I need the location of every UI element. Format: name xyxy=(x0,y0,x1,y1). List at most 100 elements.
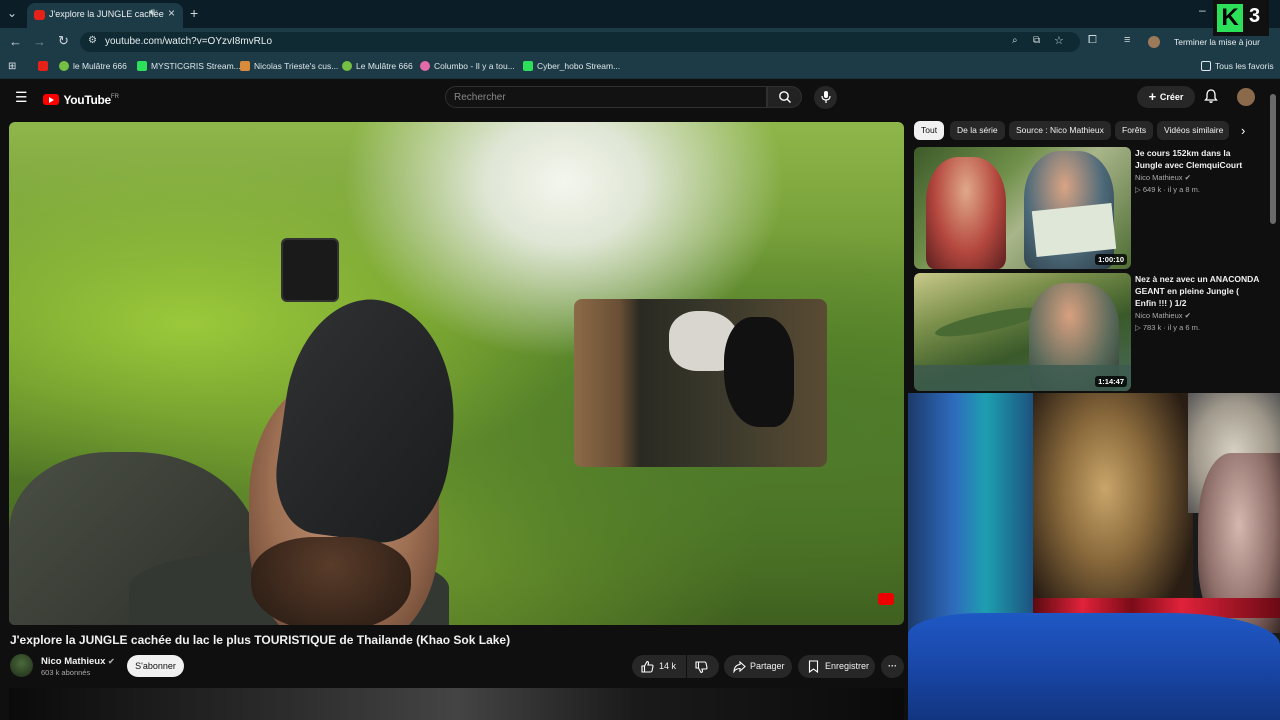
youtube-favicon-icon xyxy=(34,10,45,20)
webcam-blanket xyxy=(908,613,1280,720)
bookmark-item[interactable]: MYSTICGRIS Stream... xyxy=(137,61,241,71)
recommendation-meta-text: 649 k · il y a 8 m. xyxy=(1142,185,1200,194)
new-tab-icon[interactable]: + xyxy=(190,5,198,21)
bookmark-item[interactable]: Nicolas Trieste's cus... xyxy=(240,61,338,71)
below-video-preview xyxy=(9,688,904,720)
subscriber-count: 603 k abonnés xyxy=(41,668,91,677)
video-title: J'explore la JUNGLE cachée du lac le plu… xyxy=(10,633,511,647)
webcam-overlay xyxy=(908,393,1280,720)
browser-tab[interactable]: J'explore la JUNGLE cachée 🔊︎ × xyxy=(27,3,183,28)
like-button[interactable]: 14 k xyxy=(632,655,686,678)
chip-source[interactable]: Source : Nico Mathieux xyxy=(1009,121,1111,140)
verified-icon: ✔ xyxy=(108,657,115,666)
forward-arrow-icon[interactable]: → xyxy=(33,34,46,49)
recommendation-channel-text: Nico Mathieux xyxy=(1135,173,1183,182)
speaker-icon[interactable]: 🔊︎ xyxy=(149,7,155,18)
search-button[interactable] xyxy=(767,86,802,108)
verified-icon: ✔ xyxy=(1184,311,1191,320)
recommendation-thumbnail[interactable]: 1:00:10 xyxy=(914,147,1131,269)
site-info-icon[interactable]: ⚙ xyxy=(88,35,97,46)
all-bookmarks-label: Tous les favoris xyxy=(1215,61,1274,71)
recommendation-thumbnail[interactable]: 1:14:47 xyxy=(914,273,1131,391)
thumbnail-map xyxy=(1031,202,1117,258)
microphone-icon xyxy=(821,91,831,103)
url-text[interactable]: youtube.com/watch?v=OYzvI8mvRLo xyxy=(105,36,272,47)
thumbnail-person xyxy=(926,157,1006,269)
search-input[interactable] xyxy=(454,90,754,105)
minimize-icon[interactable]: – xyxy=(1199,3,1206,17)
bookmark-item[interactable]: le Mulâtre 666 xyxy=(59,61,127,71)
youtube-logo[interactable]: YouTubeFR xyxy=(43,91,119,109)
chip-similar[interactable]: Vidéos similaire xyxy=(1157,121,1229,140)
bookmark-label: Nicolas Trieste's cus... xyxy=(254,61,339,71)
recommendation-channel[interactable]: Nico Mathieux ✔ xyxy=(1135,173,1191,182)
chips-next-chevron-icon[interactable]: › xyxy=(1241,123,1245,138)
logo-letter: K xyxy=(1217,4,1243,32)
recommendation-meta: ▷ 649 k · il y a 8 m. xyxy=(1135,185,1200,194)
youtube-play-icon xyxy=(43,94,59,105)
bookmark-label: le Mulâtre 666 xyxy=(73,61,127,71)
recommendation-meta-text: 783 k · il y a 6 m. xyxy=(1142,323,1200,332)
install-app-icon[interactable]: ⧉ xyxy=(1033,35,1040,46)
chip-series[interactable]: De la série xyxy=(950,121,1005,140)
chip-forests[interactable]: Forêts xyxy=(1115,121,1154,140)
bookmark-item[interactable] xyxy=(38,61,52,71)
bookmark-item[interactable]: Columbo - Il y a tou... xyxy=(420,61,515,71)
save-button[interactable]: Enregistrer xyxy=(798,655,875,678)
extensions-icon[interactable]: ⧠ xyxy=(1088,34,1097,47)
plus-icon: + xyxy=(1148,89,1160,104)
voice-search-button[interactable] xyxy=(814,86,837,109)
hamburger-menu-icon[interactable]: ☰ xyxy=(15,89,28,106)
share-icon xyxy=(733,660,746,673)
channel-name[interactable]: Nico Mathieux ✔ xyxy=(41,656,115,667)
recommendation-channel[interactable]: Nico Mathieux ✔ xyxy=(1135,311,1191,320)
tapir-head xyxy=(724,317,794,427)
more-actions-button[interactable]: ··· xyxy=(881,655,904,678)
bookmark-item[interactable]: Cyber_hobo Stream... xyxy=(523,61,620,71)
youtube-logo-text: YouTube xyxy=(63,93,111,107)
account-avatar[interactable] xyxy=(1237,88,1255,106)
subscribe-button[interactable]: S'abonner xyxy=(127,655,184,677)
reading-list-icon[interactable]: ≡ xyxy=(1124,34,1130,46)
create-button[interactable]: + Créer xyxy=(1137,86,1195,108)
recommendation-title[interactable]: Je cours 152km dans la Jungle avec Clemq… xyxy=(1135,147,1260,171)
share-label: Partager xyxy=(750,661,785,671)
back-arrow-icon[interactable]: ← xyxy=(9,34,22,49)
video-duration: 1:00:10 xyxy=(1095,254,1127,265)
bookmark-item[interactable]: Le Mulâtre 666 xyxy=(342,61,413,71)
video-frame-cap xyxy=(268,289,470,551)
recommendation-meta: ▷ 783 k · il y a 6 m. xyxy=(1135,323,1200,332)
verified-icon: ✔ xyxy=(1184,173,1191,182)
webcam-skull-painting xyxy=(1033,393,1193,633)
bookmark-star-icon[interactable]: ☆ xyxy=(1054,34,1064,47)
bookmark-label: Columbo - Il y a tou... xyxy=(434,61,515,71)
close-tab-icon[interactable]: × xyxy=(168,6,175,20)
browser-toolbar: ← → ↻ ⚙ youtube.com/watch?v=OYzvI8mvRLo … xyxy=(0,28,1280,55)
video-player[interactable] xyxy=(9,122,904,625)
video-duration: 1:14:47 xyxy=(1095,376,1127,387)
dislike-button[interactable] xyxy=(687,655,719,678)
reload-icon[interactable]: ↻ xyxy=(58,33,69,49)
tab-list-chevron-icon[interactable]: ⌄ xyxy=(7,6,17,20)
chip-all[interactable]: Tout xyxy=(914,121,945,140)
zoom-icon[interactable]: ⌕ xyxy=(1012,35,1018,46)
youtube-icon xyxy=(38,61,48,71)
profile-avatar[interactable] xyxy=(1148,36,1160,48)
browser-tab-bar: ⌄ J'explore la JUNGLE cachée 🔊︎ × + – xyxy=(0,0,1280,28)
channel-avatar[interactable] xyxy=(10,654,33,677)
recommendation-channel-text: Nico Mathieux xyxy=(1135,311,1183,320)
bookmark-icon xyxy=(808,660,819,673)
live-icon: ▷ xyxy=(1135,323,1143,332)
live-icon: ▷ xyxy=(1135,185,1143,194)
kick-icon xyxy=(523,61,533,71)
address-bar[interactable]: ⚙ youtube.com/watch?v=OYzvI8mvRLo ⌕ ⧉ ☆ xyxy=(80,32,1080,52)
apps-grid-icon[interactable]: ⊞ xyxy=(8,61,16,72)
all-bookmarks[interactable]: Tous les favoris xyxy=(1201,61,1274,71)
create-label: Créer xyxy=(1159,92,1184,102)
bookmarks-bar: ⊞ le Mulâtre 666 MYSTICGRIS Stream... Ni… xyxy=(0,55,1280,79)
notifications-bell-icon[interactable] xyxy=(1203,88,1219,104)
channel-watermark-icon[interactable] xyxy=(878,593,894,605)
share-button[interactable]: Partager xyxy=(724,655,792,678)
recommendation-title[interactable]: Nez à nez avec un ANACONDA GEANT en plei… xyxy=(1135,273,1260,309)
scrollbar[interactable] xyxy=(1270,94,1276,224)
